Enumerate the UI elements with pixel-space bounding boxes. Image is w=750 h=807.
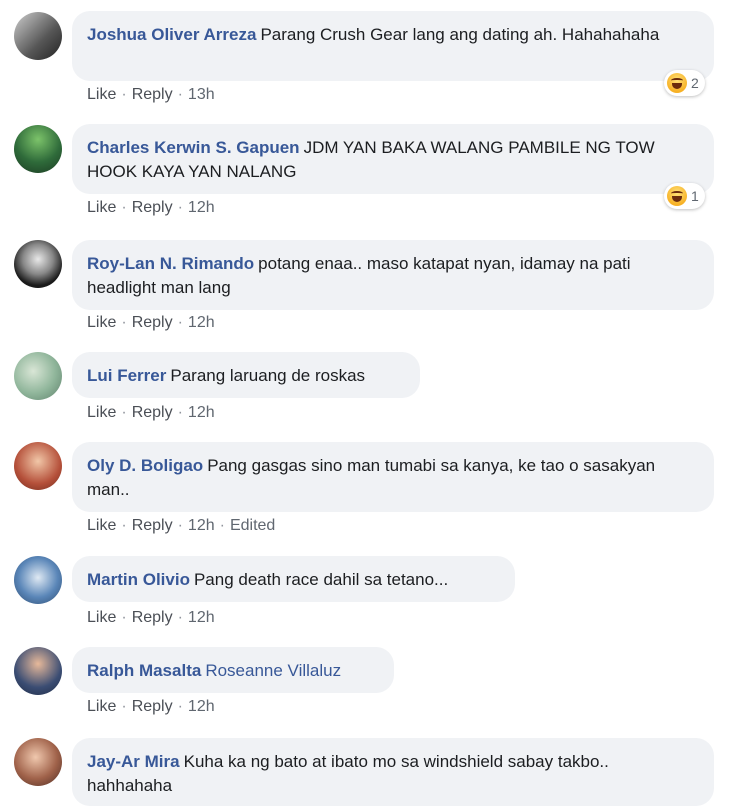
edited-label[interactable]: Edited	[230, 517, 275, 534]
separator-dot: ·	[219, 517, 225, 534]
separator-dot: ·	[177, 314, 183, 331]
comment-text: Parang laruang de roskas	[170, 366, 366, 385]
reply-link[interactable]: Reply	[132, 314, 173, 331]
comment-timestamp[interactable]: 12h	[188, 698, 215, 715]
like-link[interactable]: Like	[87, 404, 116, 421]
avatar[interactable]	[14, 352, 62, 400]
comment-bubble: Jay-Ar Mira Kuha ka ng bato at ibato mo s…	[72, 738, 714, 806]
like-link[interactable]: Like	[87, 199, 116, 216]
separator-dot: ·	[177, 404, 183, 421]
avatar[interactable]	[14, 240, 62, 288]
reaction-count: 2	[691, 75, 699, 91]
comment-timestamp[interactable]: 12h	[188, 517, 215, 534]
comment-timestamp[interactable]: 12h	[188, 404, 215, 421]
like-link[interactable]: Like	[87, 698, 116, 715]
separator-dot: ·	[121, 199, 127, 216]
avatar[interactable]	[14, 647, 62, 695]
comment-text: Pang death race dahil sa tetano...	[193, 570, 449, 589]
like-link[interactable]: Like	[87, 517, 116, 534]
reaction-badge[interactable]: 2	[664, 70, 705, 96]
comment-timestamp[interactable]: 13h	[188, 86, 215, 103]
comment-timestamp[interactable]: 12h	[188, 314, 215, 331]
separator-dot: ·	[177, 698, 183, 715]
separator-dot: ·	[177, 517, 183, 534]
comment-bubble: Lui Ferrer Parang laruang de roskas	[72, 352, 420, 398]
comment-author[interactable]: Oly D. Boligao	[87, 456, 203, 475]
comment-author[interactable]: Charles Kerwin S. Gapuen	[87, 138, 300, 157]
separator-dot: ·	[177, 86, 183, 103]
like-link[interactable]: Like	[87, 86, 116, 103]
comment-author[interactable]: Jay-Ar Mira	[87, 752, 180, 771]
comment-actions: Like · Reply · 12h	[87, 609, 215, 627]
comment-author[interactable]: Joshua Oliver Arreza	[87, 25, 256, 44]
reaction-badge[interactable]: 1	[664, 183, 705, 209]
separator-dot: ·	[121, 609, 127, 626]
comment-bubble: Martin Olivio Pang death race dahil sa te…	[72, 556, 515, 602]
like-link[interactable]: Like	[87, 314, 116, 331]
separator-dot: ·	[121, 698, 127, 715]
haha-reaction-icon	[667, 186, 687, 206]
haha-reaction-icon	[667, 73, 687, 93]
comment-bubble: Ralph Masalta Roseanne Villaluz	[72, 647, 394, 693]
comment-text: Parang Crush Gear lang ang dating ah. Ha…	[260, 25, 660, 44]
separator-dot: ·	[177, 609, 183, 626]
comment-bubble: Charles Kerwin S. Gapuen JDM YAN BAKA WAL…	[72, 124, 714, 194]
comment-actions: Like · Reply · 13h	[87, 86, 215, 104]
comment-author[interactable]: Ralph Masalta	[87, 661, 201, 680]
reply-link[interactable]: Reply	[132, 86, 173, 103]
comment-bubble: Roy-Lan N. Rimando potang enaa.. maso kat…	[72, 240, 714, 310]
separator-dot: ·	[121, 314, 127, 331]
avatar[interactable]	[14, 125, 62, 173]
comment-bubble: Joshua Oliver Arreza Parang Crush Gear la…	[72, 11, 714, 81]
avatar[interactable]	[14, 738, 62, 786]
comment-bubble: Oly D. Boligao Pang gasgas sino man tumab…	[72, 442, 714, 512]
comment-actions: Like · Reply · 12h	[87, 698, 215, 716]
comment-actions: Like · Reply · 12h	[87, 404, 215, 422]
avatar[interactable]	[14, 556, 62, 604]
reply-link[interactable]: Reply	[132, 404, 173, 421]
like-link[interactable]: Like	[87, 609, 116, 626]
comment-author[interactable]: Lui Ferrer	[87, 366, 166, 385]
comment-actions: Like · Reply · 12h · Edited	[87, 517, 275, 535]
comment-timestamp[interactable]: 12h	[188, 609, 215, 626]
separator-dot: ·	[121, 86, 127, 103]
comment-author[interactable]: Roy-Lan N. Rimando	[87, 254, 254, 273]
comment-actions: Like · Reply · 12h	[87, 314, 215, 332]
comment-author[interactable]: Martin Olivio	[87, 570, 190, 589]
reply-link[interactable]: Reply	[132, 609, 173, 626]
separator-dot: ·	[177, 199, 183, 216]
separator-dot: ·	[121, 404, 127, 421]
reply-link[interactable]: Reply	[132, 698, 173, 715]
reply-link[interactable]: Reply	[132, 517, 173, 534]
comment-actions: Like · Reply · 12h	[87, 199, 215, 217]
mention-link[interactable]: Roseanne Villaluz	[205, 661, 341, 680]
avatar[interactable]	[14, 12, 62, 60]
reaction-count: 1	[691, 188, 699, 204]
avatar[interactable]	[14, 442, 62, 490]
reply-link[interactable]: Reply	[132, 199, 173, 216]
comment-timestamp[interactable]: 12h	[188, 199, 215, 216]
separator-dot: ·	[121, 517, 127, 534]
